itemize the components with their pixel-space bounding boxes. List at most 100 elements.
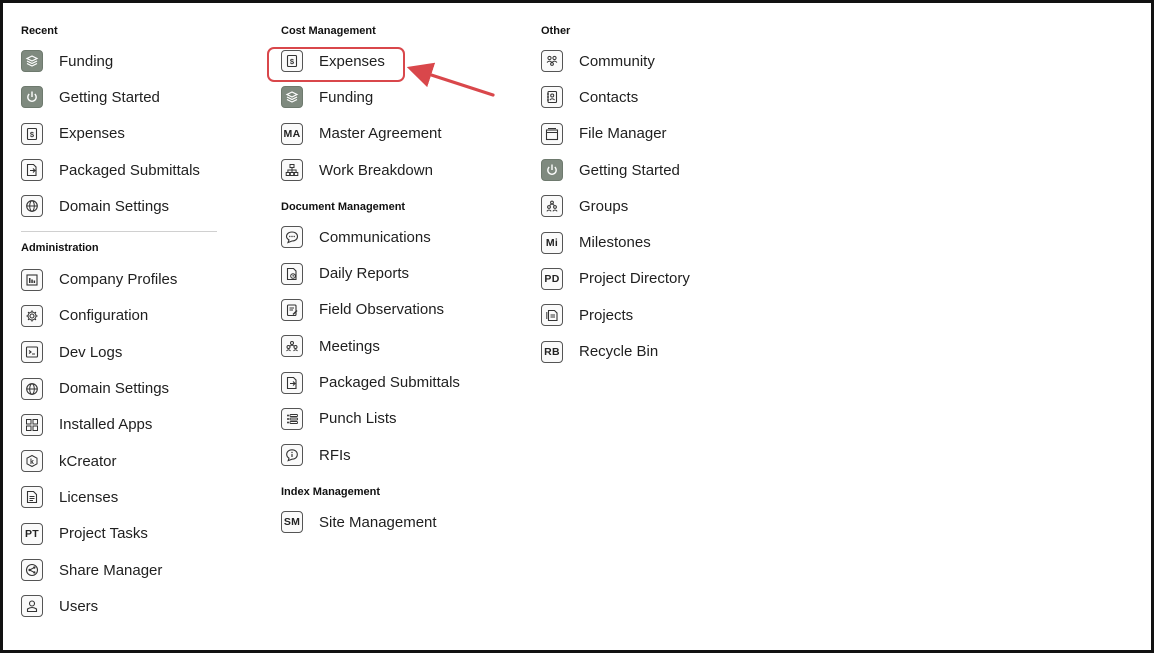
- item-label: Users: [59, 597, 99, 615]
- sm-icon: SM: [281, 511, 303, 534]
- admin-item-installed-apps[interactable]: Installed Apps: [21, 407, 231, 443]
- item-label: Meetings: [319, 337, 380, 355]
- recent-item-funding[interactable]: Funding: [21, 43, 231, 79]
- other-item-recycle-bin[interactable]: RB Recycle Bin: [541, 333, 771, 369]
- recent-item-domain-settings[interactable]: Domain Settings: [21, 188, 231, 224]
- item-label: Field Observations: [319, 301, 445, 319]
- section-title-other: Other: [541, 25, 571, 37]
- item-label: Projects: [579, 306, 634, 324]
- admin-item-project-tasks[interactable]: PT Project Tasks: [21, 516, 231, 552]
- power-icon: [21, 86, 43, 109]
- item-label: Packaged Submittals: [319, 374, 460, 392]
- other-column: Other Community Contacts File Manager Ge…: [541, 24, 771, 370]
- rfi-icon: [281, 444, 303, 467]
- item-label: Site Management: [319, 513, 437, 531]
- index-item-site-management[interactable]: SM Site Management: [281, 504, 511, 540]
- doc-item-punch-lists[interactable]: Punch Lists: [281, 401, 511, 437]
- other-item-groups[interactable]: Groups: [541, 188, 771, 224]
- gear-icon: [21, 304, 43, 327]
- admin-item-company-profiles[interactable]: Company Profiles: [21, 261, 231, 297]
- cost-item-master-agreement[interactable]: MA Master Agreement: [281, 116, 511, 152]
- item-label: Dev Logs: [59, 343, 123, 361]
- kcreator-icon: k: [21, 450, 43, 473]
- admin-item-users[interactable]: Users: [21, 588, 231, 624]
- recent-column: Recent Funding Getting Started $ Expense…: [21, 24, 231, 624]
- contacts-icon: [541, 86, 563, 109]
- item-label: Configuration: [59, 307, 149, 325]
- doc-item-field-observations[interactable]: Field Observations: [281, 292, 511, 328]
- list-icon: [281, 407, 303, 430]
- mi-icon: Mi: [541, 231, 563, 254]
- item-label: Funding: [59, 52, 114, 70]
- rb-icon: RB: [541, 340, 563, 363]
- packaged-submittals-icon: [281, 371, 303, 394]
- admin-item-configuration[interactable]: Configuration: [21, 298, 231, 334]
- svg-text:k: k: [30, 459, 34, 466]
- other-item-milestones[interactable]: Mi Milestones: [541, 224, 771, 260]
- share-icon: [21, 559, 43, 581]
- item-label: Installed Apps: [59, 416, 153, 434]
- item-label: File Manager: [579, 125, 667, 143]
- section-title-document-management: Document Management: [281, 201, 406, 214]
- section-title-administration: Administration: [21, 242, 99, 255]
- other-item-getting-started[interactable]: Getting Started: [541, 152, 771, 188]
- funding-icon: [21, 50, 43, 73]
- item-label: Master Agreement: [319, 125, 442, 143]
- doc-item-meetings[interactable]: Meetings: [281, 328, 511, 364]
- item-label: Contacts: [579, 88, 639, 106]
- doc-item-rfis[interactable]: RFIs: [281, 437, 511, 473]
- admin-item-share-manager[interactable]: Share Manager: [21, 552, 231, 588]
- other-item-contacts[interactable]: Contacts: [541, 79, 771, 115]
- recent-item-packaged-submittals[interactable]: Packaged Submittals: [21, 152, 231, 188]
- projects-icon: [541, 304, 563, 327]
- groups-icon: [541, 195, 563, 218]
- doc-item-packaged-submittals[interactable]: Packaged Submittals: [281, 364, 511, 400]
- recent-item-expenses[interactable]: $ Expenses: [21, 116, 231, 152]
- item-label: Packaged Submittals: [59, 161, 200, 179]
- power-icon: [541, 159, 563, 182]
- community-icon: [541, 50, 563, 73]
- apps-icon: [21, 413, 43, 436]
- globe-icon: [21, 195, 43, 218]
- doc-item-daily-reports[interactable]: Daily Reports: [281, 255, 511, 291]
- section-title-cost-management: Cost Management: [281, 25, 376, 37]
- item-label: Milestones: [579, 234, 651, 252]
- admin-item-dev-logs[interactable]: Dev Logs: [21, 334, 231, 370]
- item-label: Domain Settings: [59, 380, 170, 398]
- item-label: Domain Settings: [59, 197, 170, 215]
- other-item-community[interactable]: Community: [541, 43, 771, 79]
- chat-icon: [281, 226, 303, 249]
- management-column: Cost Management $ Expenses Funding MA Ma…: [281, 24, 511, 541]
- recent-item-getting-started[interactable]: Getting Started: [21, 79, 231, 115]
- terminal-icon: [21, 341, 43, 364]
- license-icon: [21, 486, 43, 509]
- file-manager-icon: [541, 122, 563, 145]
- app-launcher-panel: Recent Funding Getting Started $ Expense…: [0, 0, 1154, 653]
- item-label: Work Breakdown: [319, 161, 433, 179]
- other-item-file-manager[interactable]: File Manager: [541, 116, 771, 152]
- field-observation-icon: [281, 298, 303, 321]
- item-label: Communications: [319, 228, 431, 246]
- item-label: Share Manager: [59, 561, 163, 579]
- item-label: Punch Lists: [319, 410, 397, 428]
- item-label: Licenses: [59, 488, 119, 506]
- expenses-highlight-box: [267, 47, 405, 82]
- item-label: Getting Started: [59, 88, 160, 106]
- other-item-projects[interactable]: Projects: [541, 297, 771, 333]
- admin-item-licenses[interactable]: Licenses: [21, 479, 231, 515]
- item-label: Expenses: [59, 125, 125, 143]
- item-label: Daily Reports: [319, 265, 410, 283]
- pt-icon: PT: [21, 522, 43, 545]
- cost-item-work-breakdown[interactable]: Work Breakdown: [281, 152, 511, 188]
- ma-icon: MA: [281, 122, 303, 145]
- globe-icon: [21, 377, 43, 400]
- section-divider: [21, 231, 217, 233]
- other-item-project-directory[interactable]: PD Project Directory: [541, 261, 771, 297]
- user-icon: [21, 595, 43, 618]
- pointer-arrow-icon: [407, 62, 495, 97]
- admin-item-kcreator[interactable]: k kCreator: [21, 443, 231, 479]
- item-label: Community: [579, 52, 655, 70]
- daily-report-icon: [281, 262, 303, 285]
- admin-item-domain-settings[interactable]: Domain Settings: [21, 370, 231, 406]
- doc-item-communications[interactable]: Communications: [281, 219, 511, 255]
